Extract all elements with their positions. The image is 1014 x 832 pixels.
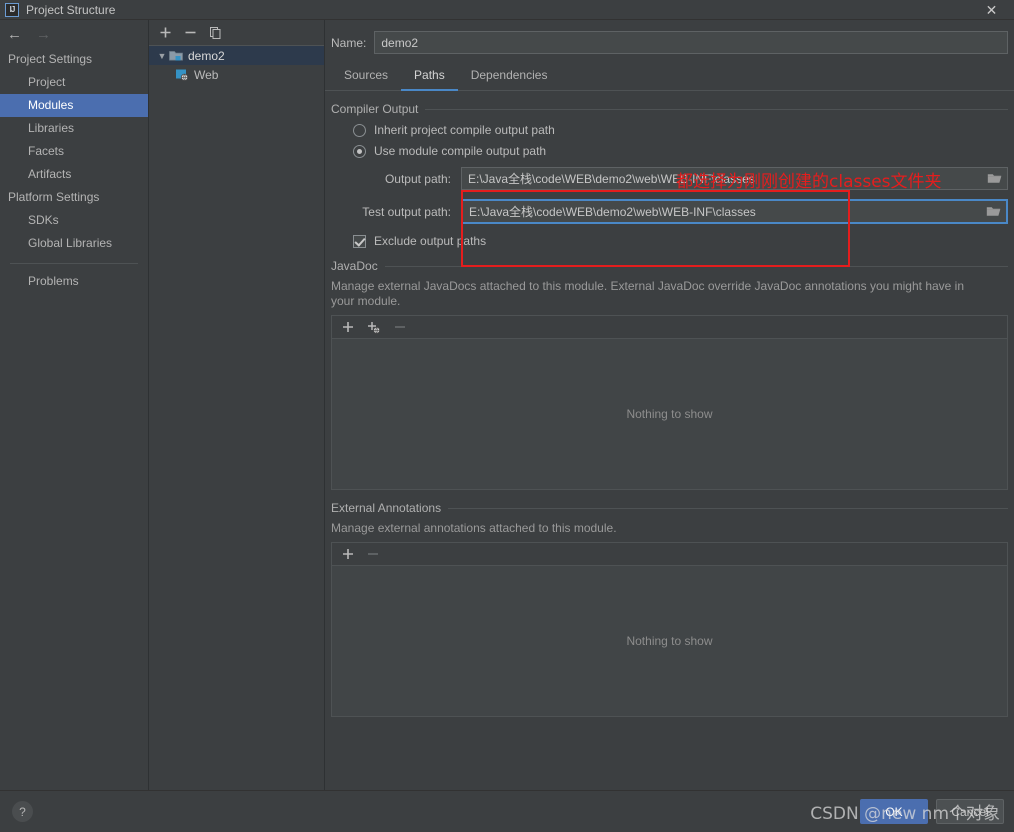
external-annotations-list-toolbar [331,542,1008,565]
window-title: Project Structure [26,3,115,17]
dialog-footer: ? OK Cancel CSDN @new nm个对象 [0,790,1014,832]
tab-sources[interactable]: Sources [331,65,401,91]
cancel-button[interactable]: Cancel [936,799,1004,824]
section-rule [448,508,1008,509]
minus-icon [367,548,379,560]
plus-icon[interactable] [342,548,354,560]
output-path-field[interactable]: E:\Java全栈\code\WEB\demo2\web\WEB-INF\cla… [461,167,1008,190]
sidebar-item-artifacts[interactable]: Artifacts [0,163,148,186]
intellij-idea-icon: IJ [5,3,19,17]
chevron-down-icon[interactable]: ▼ [155,51,169,61]
external-annotations-title: External Annotations [331,501,441,515]
dialog-body: ← → Project Settings Project Modules Lib… [0,20,1014,790]
module-folder-icon [169,49,183,62]
dialog-buttons: OK Cancel [860,799,1004,824]
module-detail-pane: Name: Sources Paths Dependencies Compile… [325,20,1014,790]
test-output-path-label: Test output path: [353,205,461,219]
close-icon[interactable]: ✕ [969,0,1014,20]
web-facet-icon [175,68,189,81]
javadoc-section-header: JavaDoc [331,259,1008,273]
compiler-output-section-header: Compiler Output [331,102,1008,116]
checkbox-checked-icon[interactable] [353,235,366,248]
section-rule [425,109,1008,110]
module-name-input[interactable] [374,31,1008,54]
tree-node-label: demo2 [188,49,225,63]
paths-tab-content: Compiler Output Inherit project compile … [325,91,1014,790]
sidebar-item-project[interactable]: Project [0,71,148,94]
external-annotations-description: Manage external annotations attached to … [331,521,976,536]
tab-dependencies[interactable]: Dependencies [458,65,561,91]
back-arrow-icon[interactable]: ← [7,27,22,42]
external-annotations-empty-text: Nothing to show [626,634,712,648]
radio-button-unchecked-icon[interactable] [353,124,366,137]
folder-browse-icon[interactable] [980,205,1006,218]
exclude-output-paths-checkbox-row[interactable]: Exclude output paths [353,234,1008,248]
radio-use-module-output[interactable]: Use module compile output path [353,144,1008,158]
external-annotations-empty-list: Nothing to show [331,565,1008,717]
exclude-output-paths-label: Exclude output paths [374,234,486,248]
sidebar-item-problems[interactable]: Problems [0,270,148,293]
settings-sidebar: ← → Project Settings Project Modules Lib… [0,20,149,790]
test-output-path-field[interactable]: E:\Java全栈\code\WEB\demo2\web\WEB-INF\cla… [461,199,1008,224]
minus-icon [394,321,406,333]
test-output-path-row: Test output path: E:\Java全栈\code\WEB\dem… [331,199,1008,224]
javadoc-title: JavaDoc [331,259,378,273]
compiler-output-title: Compiler Output [331,102,418,116]
module-name-row: Name: [325,20,1014,54]
radio-label: Inherit project compile output path [374,123,555,137]
radio-label: Use module compile output path [374,144,546,158]
javadoc-empty-list: Nothing to show [331,338,1008,490]
output-path-row: Output path: E:\Java全栈\code\WEB\demo2\we… [331,167,1008,190]
javadoc-description: Manage external JavaDocs attached to thi… [331,279,976,309]
tab-paths[interactable]: Paths [401,65,458,91]
navigation-arrows: ← → [0,20,148,48]
copy-icon[interactable] [209,26,222,39]
sidebar-item-modules[interactable]: Modules [0,94,148,117]
minus-icon[interactable] [184,26,197,39]
forward-arrow-icon[interactable]: → [36,27,51,42]
tree-node-web[interactable]: Web [149,65,324,84]
javadoc-list-toolbar [331,315,1008,338]
javadoc-empty-text: Nothing to show [626,407,712,421]
module-tree-toolbar [149,20,324,46]
module-tabs: Sources Paths Dependencies [325,54,1014,91]
sidebar-group-platform-settings: Platform Settings [0,186,148,209]
test-output-path-value: E:\Java全栈\code\WEB\demo2\web\WEB-INF\cla… [463,203,980,220]
radio-button-checked-icon[interactable] [353,145,366,158]
folder-browse-icon[interactable] [981,172,1007,185]
sidebar-item-libraries[interactable]: Libraries [0,117,148,140]
external-annotations-section-header: External Annotations [331,501,1008,515]
output-path-label: Output path: [353,172,461,186]
module-tree-panel: ▼ demo2 Web [149,20,325,790]
tree-node-label: Web [194,68,218,82]
plus-globe-icon[interactable] [367,321,381,334]
radio-inherit-project-output[interactable]: Inherit project compile output path [353,123,1008,137]
tree-node-demo2[interactable]: ▼ demo2 [149,46,324,65]
plus-icon[interactable] [342,321,354,333]
sidebar-item-global-libraries[interactable]: Global Libraries [0,232,148,255]
output-path-value: E:\Java全栈\code\WEB\demo2\web\WEB-INF\cla… [462,170,981,187]
help-icon[interactable]: ? [12,801,33,822]
section-rule [385,266,1008,267]
sidebar-item-facets[interactable]: Facets [0,140,148,163]
plus-icon[interactable] [159,26,172,39]
sidebar-item-sdks[interactable]: SDKs [0,209,148,232]
sidebar-group-project-settings: Project Settings [0,48,148,71]
title-bar: IJ Project Structure ✕ [0,0,1014,20]
ok-button[interactable]: OK [860,799,928,824]
sidebar-divider [10,263,138,264]
module-name-label: Name: [331,36,366,50]
